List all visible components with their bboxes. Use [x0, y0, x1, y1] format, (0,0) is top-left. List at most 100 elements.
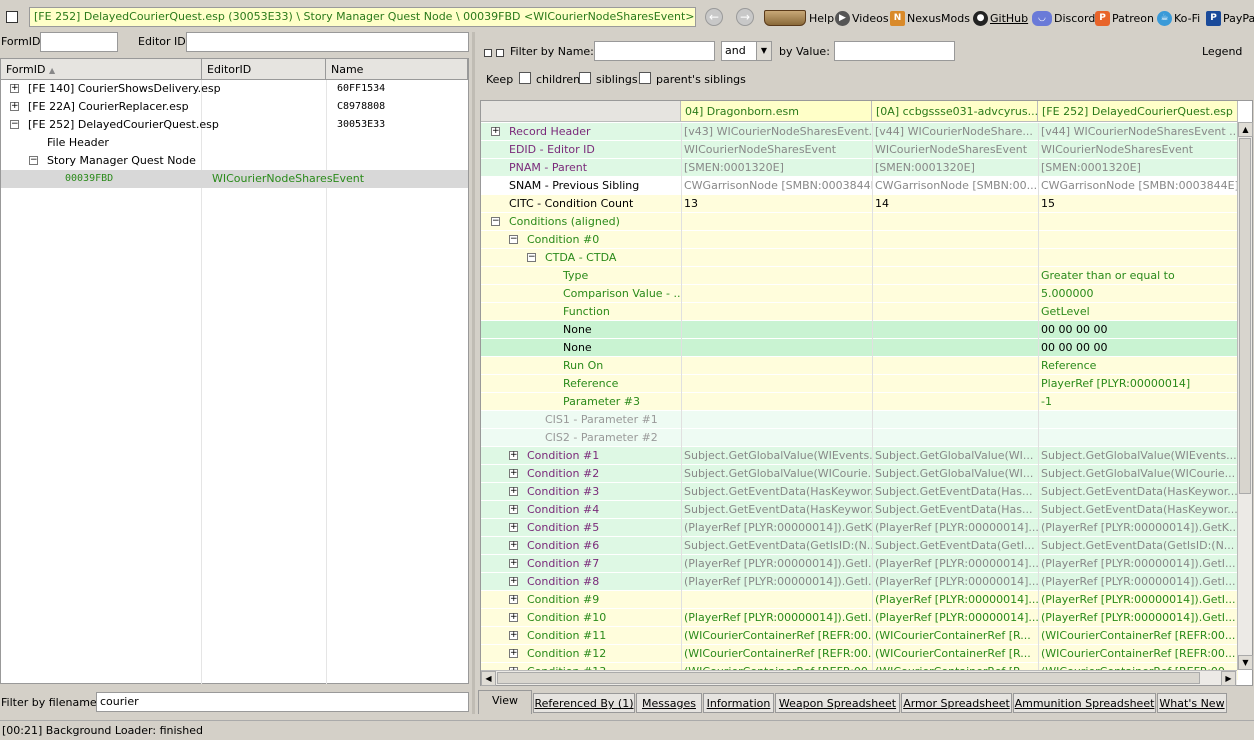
grid-row[interactable]: Comparison Value - ... 5.000000 — [481, 285, 1238, 303]
grid-value-cell[interactable] — [872, 249, 1038, 267]
tab-view[interactable]: View — [478, 690, 532, 714]
grid-row[interactable]: + Condition #9 (PlayerRef [PLYR:00000014].… — [481, 591, 1238, 609]
grid-value-cell[interactable]: (WICourierContainerRef [REFR:00... — [1038, 627, 1238, 645]
grid-value-cell[interactable] — [681, 249, 872, 267]
grid-value-cell[interactable]: (PlayerRef [PLYR:00000014]).GetI... — [1038, 555, 1238, 573]
grid-value-cell[interactable]: (PlayerRef [PLYR:00000014]).GetI... — [1038, 609, 1238, 627]
scroll-down-icon[interactable]: ▼ — [1238, 655, 1253, 670]
grid-row[interactable]: Parameter #3 -1 — [481, 393, 1238, 411]
grid-row[interactable]: None 00 00 00 00 — [481, 339, 1238, 357]
grid-value-cell[interactable] — [681, 285, 872, 303]
collapse-minus-icon[interactable]: − — [527, 253, 536, 262]
grid-value-cell[interactable]: WICourierNodeSharesEvent — [681, 141, 872, 159]
tab-weapon-spreadsheet[interactable]: Weapon Spreadsheet — [775, 693, 900, 713]
grid-header-dragonborn[interactable]: 04] Dragonborn.esm — [681, 101, 872, 122]
nexusmods-link[interactable]: N NexusMods — [890, 9, 970, 27]
grid-row[interactable]: EDID - Editor ID WICourierNodeSharesEvent… — [481, 141, 1238, 159]
formid-filter-input[interactable] — [40, 32, 118, 52]
expand-plus-icon[interactable]: + — [509, 577, 518, 586]
grid-value-cell[interactable] — [681, 213, 872, 231]
expand-plus-icon[interactable]: + — [509, 541, 518, 550]
grid-value-cell[interactable] — [872, 231, 1038, 249]
filter-checkboxes[interactable] — [484, 47, 504, 57]
tree-row-file-header[interactable]: File Header — [1, 134, 468, 152]
vertical-scrollbar[interactable]: ▲ ▼ — [1237, 122, 1253, 670]
expand-plus-icon[interactable]: + — [10, 84, 19, 93]
column-header-formid[interactable]: FormID ▲ — [1, 59, 202, 80]
grid-value-cell[interactable] — [1038, 249, 1238, 267]
tab-armor-spreadsheet[interactable]: Armor Spreadsheet — [901, 693, 1012, 713]
grid-row[interactable]: CIS2 - Parameter #2 — [481, 429, 1238, 447]
grid-row[interactable]: + Condition #12 (WICourierContainerRef [RE… — [481, 645, 1238, 663]
grid-value-cell[interactable] — [681, 303, 872, 321]
grid-value-cell[interactable]: (PlayerRef [PLYR:00000014]).GetI... — [681, 609, 872, 627]
panel-splitter[interactable] — [472, 32, 475, 714]
grid-value-cell[interactable]: Subject.GetGlobalValue(WICourie... — [681, 465, 872, 483]
grid-value-cell[interactable]: GetLevel — [1038, 303, 1238, 321]
grid-value-cell[interactable]: Subject.GetEventData(Has... — [872, 483, 1038, 501]
keep-children-checkbox[interactable] — [519, 72, 531, 84]
grid-row[interactable]: + Condition #3 Subject.GetEventData(HasKey… — [481, 483, 1238, 501]
grid-value-cell[interactable]: Subject.GetGlobalValue(WICourie... — [1038, 465, 1238, 483]
grid-value-cell[interactable] — [872, 267, 1038, 285]
grid-value-cell[interactable] — [872, 357, 1038, 375]
grid-value-cell[interactable]: CWGarrisonNode [SMBN:0003844E] — [681, 177, 872, 195]
collapse-minus-icon[interactable]: − — [29, 156, 38, 165]
grid-value-cell[interactable]: CWGarrisonNode [SMBN:00... — [872, 177, 1038, 195]
grid-row[interactable]: SNAM - Previous Sibling CWGarrisonNode [S… — [481, 177, 1238, 195]
grid-value-cell[interactable]: [v44] WICourierNodeSharesEvent ... — [1038, 123, 1238, 141]
collapse-minus-icon[interactable]: − — [491, 217, 500, 226]
grid-value-cell[interactable] — [681, 393, 872, 411]
grid-row[interactable]: − CTDA - CTDA — [481, 249, 1238, 267]
tree-row-delayed-courier-quest[interactable]: − [FE 252] DelayedCourierQuest.esp 30053… — [1, 116, 468, 134]
grid-value-cell[interactable] — [872, 321, 1038, 339]
record-view-grid[interactable]: 04] Dragonborn.esm [0A] ccbgssse031-advc… — [480, 100, 1253, 686]
grid-value-cell[interactable]: Subject.GetEventData(HasKeywor... — [1038, 501, 1238, 519]
column-header-name[interactable]: Name — [326, 59, 468, 80]
grid-value-cell[interactable]: Subject.GetEventData(HasKeywor... — [681, 483, 872, 501]
tab-information[interactable]: Information — [703, 693, 774, 713]
grid-row[interactable]: + Condition #5 (PlayerRef [PLYR:00000014])… — [481, 519, 1238, 537]
grid-row[interactable]: + Condition #6 Subject.GetEventData(GetIsI… — [481, 537, 1238, 555]
grid-row[interactable]: + Condition #10 (PlayerRef [PLYR:00000014]… — [481, 609, 1238, 627]
expand-plus-icon[interactable]: + — [10, 102, 19, 111]
grid-row[interactable]: PNAM - Parent [SMEN:0001320E] [SMEN:000132… — [481, 159, 1238, 177]
expand-plus-icon[interactable]: + — [509, 649, 518, 658]
grid-row[interactable]: + Condition #1 Subject.GetGlobalValue(WIEv… — [481, 447, 1238, 465]
expand-plus-icon[interactable]: + — [491, 127, 500, 136]
grid-value-cell[interactable] — [1038, 231, 1238, 249]
filename-filter-input[interactable]: courier — [96, 692, 469, 712]
grid-value-cell[interactable] — [681, 339, 872, 357]
grid-value-cell[interactable] — [872, 339, 1038, 357]
forward-arrow-icon[interactable]: → — [736, 8, 754, 26]
grid-value-cell[interactable]: Subject.GetGlobalValue(WI... — [872, 465, 1038, 483]
tree-row-courier-shows-delivery[interactable]: + [FE 140] CourierShowsDelivery.esp 60FF… — [1, 80, 468, 98]
editorid-filter-input[interactable] — [186, 32, 469, 52]
grid-row[interactable]: None 00 00 00 00 — [481, 321, 1238, 339]
grid-value-cell[interactable]: Subject.GetEventData(GetI... — [872, 537, 1038, 555]
grid-value-cell[interactable]: 15 — [1038, 195, 1238, 213]
horizontal-scroll-thumb[interactable] — [497, 672, 1200, 684]
tree-row-selected-record[interactable]: 00039FBD WICourierNodeSharesEvent — [1, 170, 468, 188]
tab-ammunition-spreadsheet[interactable]: Ammunition Spreadsheet — [1013, 693, 1156, 713]
grid-row[interactable]: Run On Reference — [481, 357, 1238, 375]
grid-value-cell[interactable]: (PlayerRef [PLYR:00000014]... — [872, 573, 1038, 591]
grid-value-cell[interactable]: Subject.GetGlobalValue(WIEvents... — [1038, 447, 1238, 465]
patreon-link[interactable]: P Patreon — [1095, 9, 1154, 27]
tab-whats-new[interactable]: What's New — [1157, 693, 1227, 713]
grid-value-cell[interactable]: (PlayerRef [PLYR:00000014]).GetK... — [681, 519, 872, 537]
grid-row[interactable]: + Condition #8 (PlayerRef [PLYR:00000014])… — [481, 573, 1238, 591]
grid-value-cell[interactable]: (WICourierContainerRef [REFR:00... — [681, 627, 872, 645]
grid-value-cell[interactable] — [681, 267, 872, 285]
grid-row[interactable]: CIS1 - Parameter #1 — [481, 411, 1238, 429]
grid-row[interactable]: Reference PlayerRef [PLYR:00000014] — [481, 375, 1238, 393]
scroll-up-icon[interactable]: ▲ — [1238, 122, 1253, 137]
paypal-link[interactable]: P PayPal — [1206, 9, 1254, 27]
horizontal-scrollbar[interactable]: ◀ ▶ — [481, 670, 1237, 686]
grid-value-cell[interactable] — [681, 375, 872, 393]
grid-row[interactable]: + Condition #2 Subject.GetGlobalValue(WICo… — [481, 465, 1238, 483]
grid-value-cell[interactable]: 00 00 00 00 — [1038, 339, 1238, 357]
grid-value-cell[interactable] — [872, 429, 1038, 447]
expand-plus-icon[interactable]: + — [509, 487, 518, 496]
collapse-minus-icon[interactable]: − — [10, 120, 19, 129]
